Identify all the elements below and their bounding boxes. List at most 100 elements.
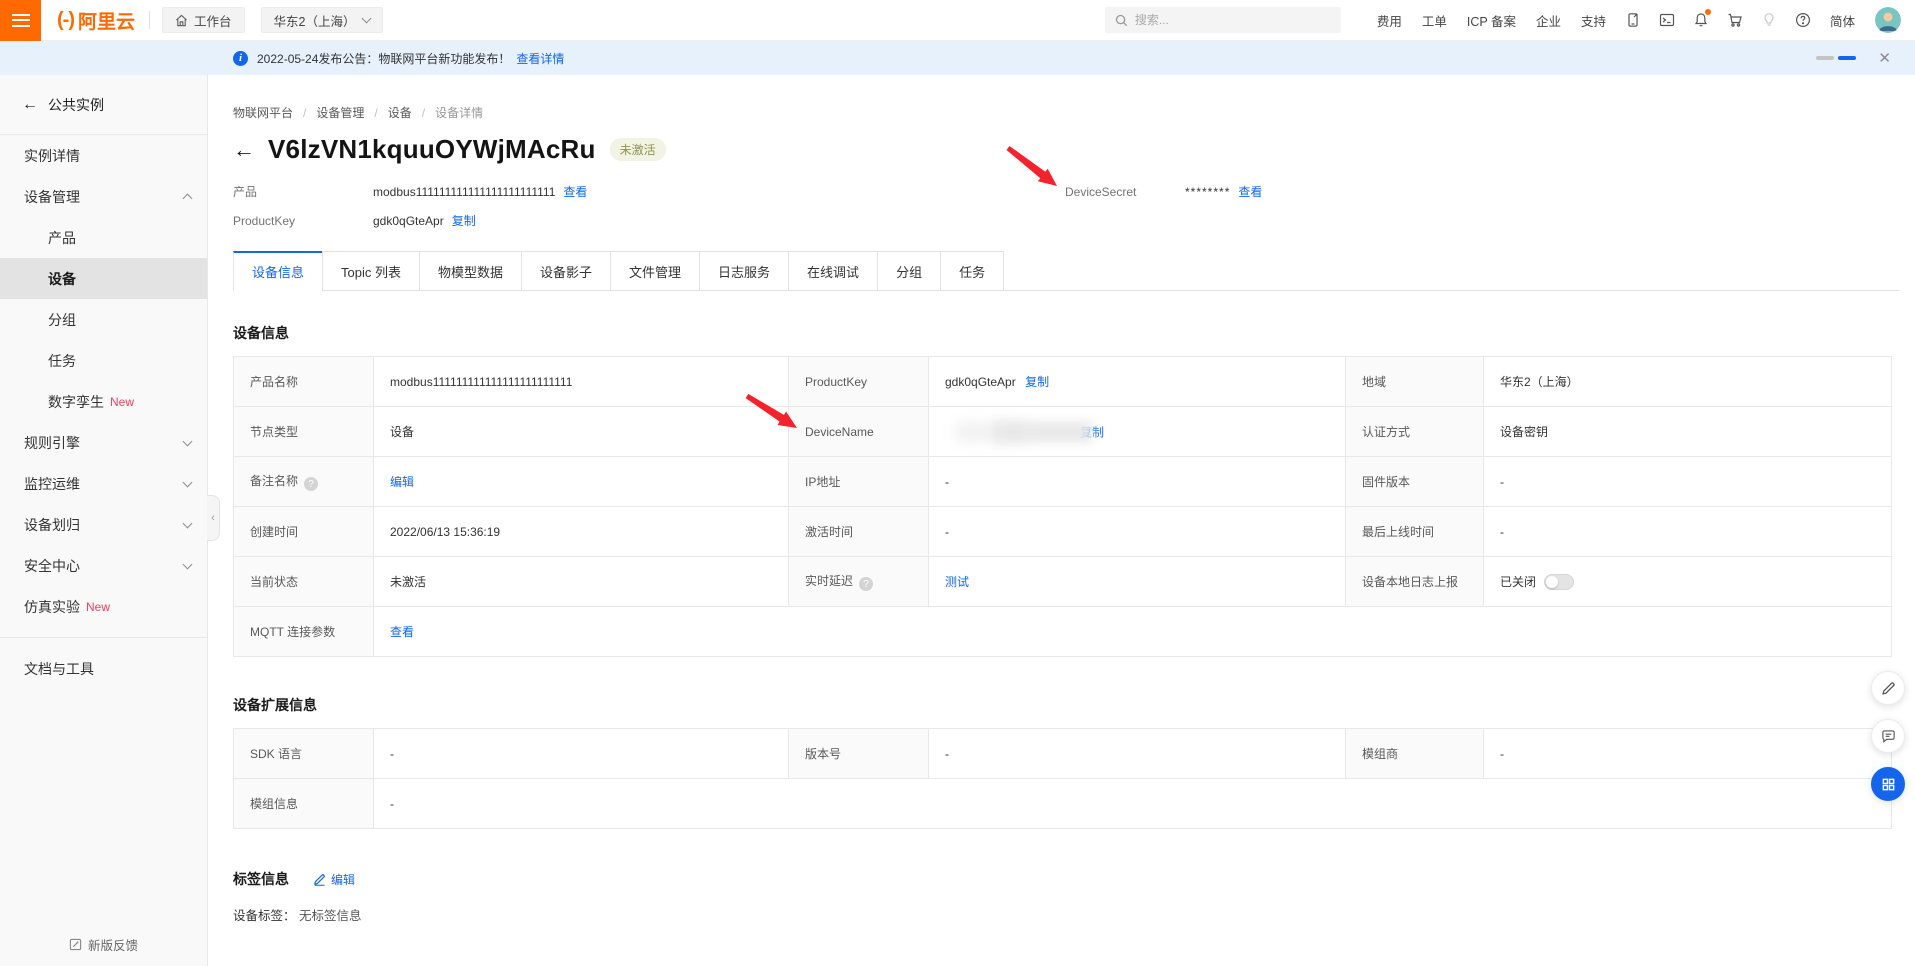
tab-file-management[interactable]: 文件管理 — [610, 251, 700, 290]
device-meta: 产品 modbus111111111111111111111111 查看 Pro… — [233, 177, 1899, 235]
tab-log-service[interactable]: 日志服务 — [699, 251, 789, 290]
devicename-copy-link[interactable]: 复制 — [1080, 423, 1104, 440]
divider — [149, 11, 150, 29]
comment-icon — [1881, 729, 1896, 744]
sidebar-item-jobs[interactable]: 任务 — [0, 340, 207, 381]
pencil-icon — [313, 873, 326, 886]
banner-page-1[interactable] — [1816, 56, 1834, 60]
notifications-bell-icon[interactable] — [1693, 12, 1709, 28]
cell-label: 固件版本 — [1346, 457, 1484, 507]
latency-test-link[interactable]: 测试 — [945, 575, 969, 589]
locale-switcher[interactable]: 简体 — [1830, 11, 1855, 30]
banner-page-2[interactable] — [1838, 56, 1856, 60]
product-view-link[interactable]: 查看 — [563, 183, 587, 200]
sidebar-item-rules-engine[interactable]: 规则引擎 — [0, 422, 207, 463]
productkey-table-copy-link[interactable]: 复制 — [1025, 375, 1049, 389]
section-title-device-ext-info: 设备扩展信息 — [233, 695, 1899, 715]
node-type-value: 设备 — [374, 407, 789, 457]
sidebar-item-security-center[interactable]: 安全中心 — [0, 545, 207, 586]
avatar[interactable] — [1875, 7, 1901, 33]
topbar-link-enterprise[interactable]: 企业 — [1536, 11, 1561, 30]
tab-bar: 设备信息 Topic 列表 物模型数据 设备影子 文件管理 日志服务 在线调试 … — [233, 251, 1899, 291]
announcement-text: 2022-05-24发布公告：物联网平台新功能发布！ — [257, 50, 510, 67]
cloudshell-icon[interactable] — [1659, 12, 1675, 28]
feedback-button[interactable]: 新版反馈 — [0, 935, 207, 954]
table-row: 创建时间 2022/06/13 15:36:19 激活时间 - 最后上线时间 - — [234, 507, 1892, 557]
breadcrumb-device-management[interactable]: 设备管理 — [316, 104, 364, 121]
mqtt-params-view-link[interactable]: 查看 — [390, 625, 414, 639]
floating-edit-button[interactable] — [1871, 671, 1905, 705]
version-value: - — [929, 729, 1346, 779]
hamburger-menu-button[interactable] — [0, 0, 41, 41]
floating-apps-button[interactable] — [1871, 767, 1905, 801]
topbar-link-icp[interactable]: ICP 备案 — [1467, 11, 1516, 30]
module-vendor-value: - — [1484, 729, 1892, 779]
sidebar-item-device-management[interactable]: 设备管理 — [0, 176, 207, 217]
lightbulb-icon[interactable] — [1761, 12, 1777, 28]
search-input[interactable] — [1135, 13, 1315, 27]
sidebar-item-monitoring[interactable]: 监控运维 — [0, 463, 207, 504]
topbar-link-billing[interactable]: 费用 — [1377, 11, 1402, 30]
table-row: MQTT 连接参数 查看 — [234, 607, 1892, 657]
back-button[interactable]: ← — [233, 139, 255, 161]
sidebar-item-device-allocation[interactable]: 设备划归 — [0, 504, 207, 545]
cell-label: 设备本地日志上报 — [1346, 557, 1484, 607]
tab-groups[interactable]: 分组 — [877, 251, 941, 290]
tab-tsl-data[interactable]: 物模型数据 — [419, 251, 522, 290]
region-label: 华东2（上海） — [274, 11, 356, 30]
breadcrumb-iot-platform[interactable]: 物联网平台 — [233, 104, 293, 121]
pencil-icon — [1881, 681, 1896, 696]
alias-edit-link[interactable]: 编辑 — [390, 475, 414, 489]
sidebar-item-docs-tools[interactable]: 文档与工具 — [0, 648, 207, 689]
app-icon[interactable] — [1625, 12, 1641, 28]
tab-online-debug[interactable]: 在线调试 — [788, 251, 878, 290]
sidebar-item-products[interactable]: 产品 — [0, 217, 207, 258]
tab-jobs[interactable]: 任务 — [940, 251, 1004, 290]
sidebar-item-groups[interactable]: 分组 — [0, 299, 207, 340]
cart-icon[interactable] — [1727, 12, 1743, 28]
home-icon — [175, 14, 188, 27]
breadcrumb-device-detail: 设备详情 — [435, 104, 483, 121]
info-icon: i — [233, 51, 248, 66]
breadcrumb-devices[interactable]: 设备 — [388, 104, 412, 121]
region-selector[interactable]: 华东2（上海） — [261, 7, 384, 33]
workbench-button[interactable]: 工作台 — [162, 7, 245, 33]
tags-edit-link[interactable]: 编辑 — [313, 871, 355, 888]
sidebar-item-digital-twin[interactable]: 数字孪生New — [0, 381, 207, 422]
cell-label: 地域 — [1346, 357, 1484, 407]
chevron-down-icon — [183, 559, 193, 569]
help-icon[interactable]: ? — [859, 577, 873, 591]
table-row: 备注名称? 编辑 IP地址 - 固件版本 - — [234, 457, 1892, 507]
topbar-link-tickets[interactable]: 工单 — [1422, 11, 1447, 30]
sidebar-item-devices[interactable]: 设备 — [0, 258, 207, 299]
aliyun-logo[interactable]: (-) 阿里云 — [57, 7, 135, 34]
search-box[interactable] — [1105, 7, 1341, 33]
sidebar-back-public-instance[interactable]: ← 公共实例 — [0, 75, 207, 135]
redaction-blur — [993, 421, 1093, 443]
chevron-up-icon — [183, 194, 193, 204]
brand-mark: (-) — [57, 9, 74, 32]
productkey-copy-link[interactable]: 复制 — [452, 212, 476, 229]
tab-topic-list[interactable]: Topic 列表 — [322, 251, 420, 290]
close-icon[interactable]: ✕ — [1878, 49, 1891, 67]
productkey-label: ProductKey — [233, 214, 373, 228]
table-row: 产品名称 modbus111111111111111111111111 Prod… — [234, 357, 1892, 407]
tab-device-shadow[interactable]: 设备影子 — [521, 251, 611, 290]
help-icon[interactable]: ? — [304, 477, 318, 491]
topbar-link-support[interactable]: 支持 — [1581, 11, 1606, 30]
announcement-detail-link[interactable]: 查看详情 — [516, 50, 564, 67]
redaction-blur — [955, 422, 1025, 442]
help-icon[interactable] — [1795, 12, 1811, 28]
sidebar-item-instance-detail[interactable]: 实例详情 — [0, 135, 207, 176]
devicesecret-label: DeviceSecret — [1065, 185, 1185, 199]
sidebar-item-simulation[interactable]: 仿真实验New — [0, 586, 207, 627]
section-title-tags: 标签信息 — [233, 869, 289, 889]
local-log-toggle[interactable] — [1544, 574, 1574, 590]
sidebar-collapse-handle[interactable]: ‹ — [207, 495, 220, 541]
device-tags-value: 无标签信息 — [299, 909, 362, 923]
product-value: modbus111111111111111111111111 — [373, 185, 555, 199]
tab-device-info[interactable]: 设备信息 — [233, 251, 323, 290]
floating-feedback-button[interactable] — [1871, 719, 1905, 753]
back-icon: ← — [22, 96, 38, 114]
devicesecret-view-link[interactable]: 查看 — [1238, 183, 1262, 200]
